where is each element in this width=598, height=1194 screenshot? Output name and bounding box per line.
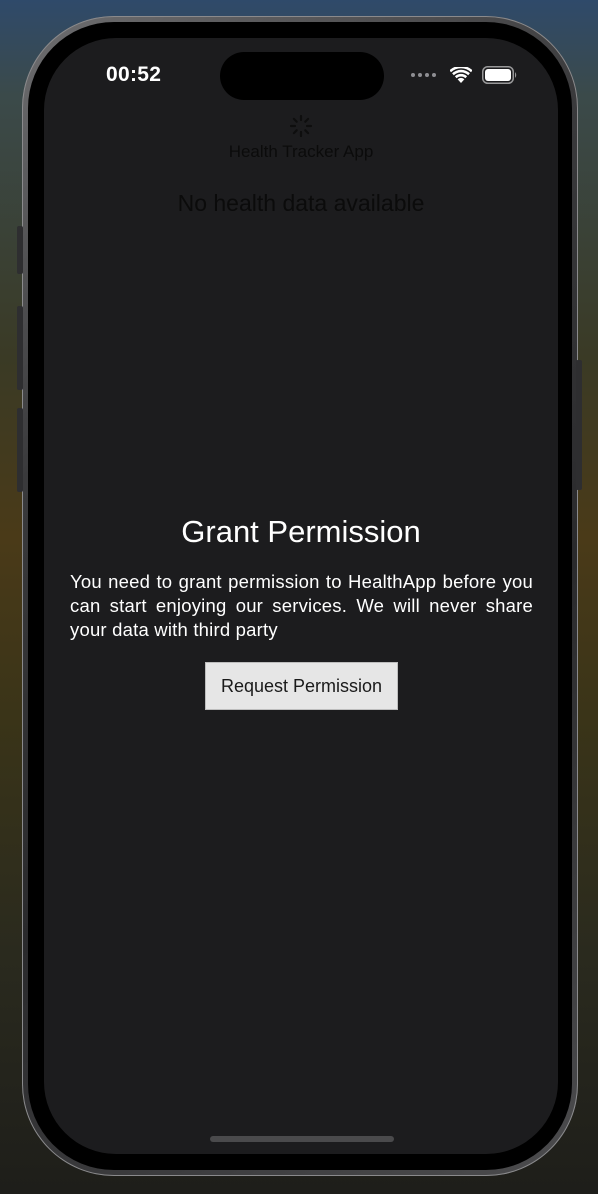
status-icons bbox=[411, 66, 518, 84]
home-indicator[interactable] bbox=[210, 1136, 394, 1142]
battery-icon bbox=[482, 66, 517, 84]
cellular-signal-icon bbox=[411, 73, 436, 77]
app-title: Health Tracker App bbox=[228, 142, 374, 161]
permission-title: Grant Permission bbox=[181, 514, 421, 549]
action-button bbox=[17, 226, 23, 274]
dynamic-island bbox=[220, 52, 384, 100]
power-button bbox=[576, 360, 582, 490]
wifi-icon bbox=[450, 66, 472, 83]
request-permission-button[interactable]: Request Permission bbox=[205, 662, 398, 710]
empty-state-message: No health data available bbox=[177, 190, 425, 216]
volume-down-button bbox=[17, 408, 23, 492]
volume-up-button bbox=[17, 306, 23, 390]
status-time: 00:52 bbox=[106, 63, 162, 86]
phone-screen: 00:52 Health Tracker App No health data … bbox=[44, 38, 558, 1154]
activity-spinner-icon bbox=[289, 114, 313, 138]
permission-description: You need to grant permission to HealthAp… bbox=[70, 571, 533, 640]
